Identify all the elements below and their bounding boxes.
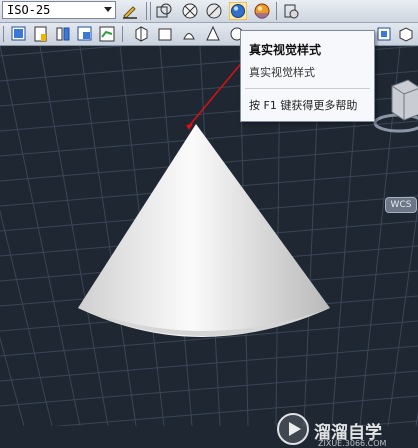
dimension-style-value: ISO-25 [7,3,51,17]
dimension-style-edit-icon[interactable] [121,2,139,20]
visual-style-tooltip: 真实视觉样式 真实视觉样式 按 F1 键获得更多帮助 [240,30,375,122]
watermark-url: ZIXUE.3066.COM [318,439,387,448]
cylinder-solid-icon[interactable] [180,25,198,43]
toolbar-separator [276,2,277,20]
toolbar-separator [3,26,4,42]
view-bottom-icon[interactable] [32,25,50,43]
top-toolbar: ISO-25 [0,0,418,23]
realistic-visual-style-icon[interactable] [229,2,247,20]
play-logo-icon [277,413,309,445]
wcs-menu-button[interactable]: WCS [385,197,417,213]
view-right-icon[interactable] [76,25,94,43]
view-front-icon[interactable] [98,25,116,43]
toolbar-separator [122,26,123,42]
2d-wireframe-icon[interactable] [155,2,173,20]
box-solid-icon[interactable] [132,25,150,43]
conceptual-hidden-icon[interactable] [205,2,223,20]
hidden-visual-style-icon[interactable] [181,2,199,20]
dimension-style-select[interactable]: ISO-25 [2,1,116,19]
view-left-icon[interactable] [54,25,72,43]
wedge-solid-icon[interactable] [156,25,174,43]
tooltip-help-text: 按 F1 键获得更多帮助 [249,99,358,112]
view-top-icon[interactable] [10,25,28,43]
cone-solid-icon[interactable] [204,25,222,43]
conceptual-visual-style-icon[interactable] [253,2,271,20]
visual-style-manager-icon[interactable] [282,2,300,20]
tooltip-title: 真实视觉样式 [249,43,322,57]
view-ne-iso-icon[interactable] [397,25,415,43]
toolbar-separator [146,2,147,20]
toolbar-separator [150,2,151,20]
chevron-down-icon [104,7,112,12]
tooltip-description: 真实视觉样式 [249,66,315,79]
view-iso-icon[interactable] [375,25,393,43]
tooltip-divider [245,88,370,89]
wcs-label: WCS [390,200,412,210]
